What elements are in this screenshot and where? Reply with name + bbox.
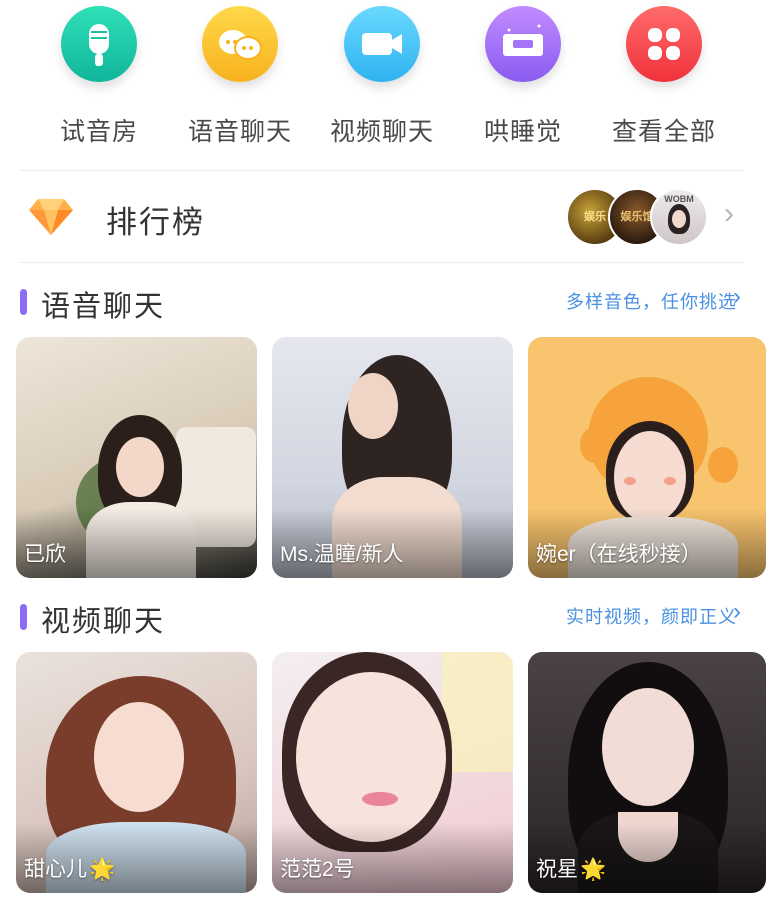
- chevron-right-icon: ›: [724, 197, 734, 230]
- card-name: 祝星🌟: [536, 858, 607, 881]
- chat-bubbles-icon: [202, 6, 278, 82]
- sleep-icon: [485, 6, 561, 82]
- ranking-avatars: 娱乐 娱乐馆 WOBM: [566, 188, 708, 246]
- video-card[interactable]: 祝星🌟: [528, 652, 766, 893]
- ranking-title: 排行榜: [106, 205, 205, 240]
- ranking-row[interactable]: 排行榜 娱乐 娱乐馆 WOBM ›: [0, 171, 777, 261]
- card-name: 甜心儿🌟: [24, 858, 116, 881]
- grid-all-icon: [626, 6, 702, 82]
- video-card[interactable]: 甜心儿🌟: [16, 652, 257, 893]
- nav-item-sleep[interactable]: 哄睡觉: [468, 6, 578, 148]
- chevron-right-icon: ›: [733, 598, 741, 625]
- section-accent-bar: [20, 289, 27, 315]
- chevron-right-icon: ›: [733, 283, 741, 310]
- card-name: 已欣: [24, 543, 66, 566]
- section-title: 语音聊天: [41, 291, 166, 323]
- voice-card[interactable]: 已欣: [16, 337, 257, 578]
- microphone-icon: [61, 6, 137, 82]
- video-card[interactable]: 范范2号: [272, 652, 513, 893]
- section-more-link[interactable]: 实时视频，颜即正义: [566, 603, 737, 629]
- section-more-link[interactable]: 多样音色，任你挑选: [566, 288, 737, 314]
- card-name: 范范2号: [280, 858, 355, 881]
- card-name: Ms.温瞳/新人: [280, 543, 404, 566]
- nav-item-label: 试音房: [59, 118, 138, 146]
- nav-item-label: 查看全部: [611, 118, 716, 146]
- diamond-icon: [29, 199, 73, 235]
- category-nav: 试音房 语音聊天 视频聊天 哄睡觉 查看全部: [0, 0, 777, 170]
- nav-item-label: 哄睡觉: [483, 118, 562, 146]
- star-icon: 🌟: [580, 858, 607, 881]
- avatar: WOBM: [650, 188, 708, 246]
- video-camera-icon: [344, 6, 420, 82]
- nav-item-label: 视频聊天: [329, 118, 434, 146]
- star-icon: 🌟: [89, 858, 116, 881]
- voice-section-header: 语音聊天 多样音色，任你挑选 ›: [0, 280, 777, 323]
- nav-item-view-all[interactable]: 查看全部: [609, 6, 719, 148]
- voice-card[interactable]: Ms.温瞳/新人: [272, 337, 513, 578]
- nav-item-label: 语音聊天: [187, 118, 292, 146]
- card-name: 婉er（在线秒接）: [536, 543, 702, 566]
- video-section-header: 视频聊天 实时视频，颜即正义 ›: [0, 595, 777, 638]
- section-accent-bar: [20, 604, 27, 630]
- nav-item-audition-room[interactable]: 试音房: [44, 6, 154, 148]
- nav-item-video-chat[interactable]: 视频聊天: [327, 6, 437, 148]
- nav-item-voice-chat[interactable]: 语音聊天: [185, 6, 295, 148]
- section-title: 视频聊天: [41, 606, 166, 638]
- divider: [20, 262, 744, 263]
- voice-card[interactable]: 婉er（在线秒接）: [528, 337, 766, 578]
